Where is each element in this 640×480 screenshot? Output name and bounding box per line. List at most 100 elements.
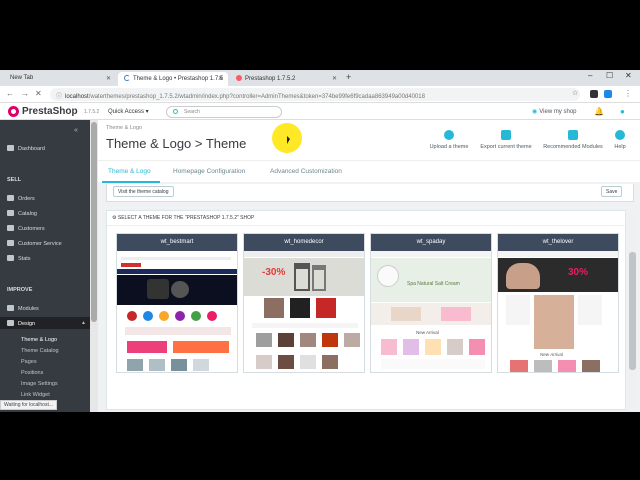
cart-icon [7,195,14,201]
theme-card-spaday[interactable]: wt_spaday Spa Natural Salt Cream New Arr… [370,233,492,373]
sidebar-subitem-theme-catalog[interactable]: Theme Catalog [21,348,59,354]
view-shop-link[interactable]: ◉ View my shop [532,108,577,115]
minimize-icon[interactable]: – [588,71,592,80]
tab-theme-logo[interactable]: Theme & Logo [108,168,151,175]
sidebar-item-label: Catalog [18,211,37,217]
sidebar-item-label: Design [18,321,36,327]
toolbar-label: Recommended Modules [543,144,603,150]
close-icon[interactable]: ✕ [106,75,111,82]
theme-preview[interactable] [117,251,237,372]
browser-address-bar: ← → ✕ ⓘ localhost/waterthemes/prestashop_… [0,86,640,103]
sidebar-item-customers[interactable]: Customers [7,225,45,232]
eye-icon: ◉ [532,109,538,115]
url-field[interactable]: ⓘ localhost/waterthemes/prestashop_1.7.5.… [50,88,580,101]
loading-spinner-icon [124,75,130,81]
sidebar: « Dashboard SELL Orders Catalog Customer… [0,120,90,412]
search-placeholder: Search [184,109,200,115]
browser-tab-theme-logo[interactable]: Theme & Logo • Prestashop 1.7.5 ✕ [118,72,228,86]
sidebar-item-label: Customers [18,226,45,232]
user-avatar-icon[interactable]: ● [620,107,625,116]
theme-card-bestmart[interactable]: wt_bestmart [116,233,238,373]
sidebar-subitem-positions[interactable]: Positions [21,370,43,376]
browser-tab-new-tab[interactable]: New Tab ✕ [4,72,116,86]
divider [107,225,627,226]
tab-homepage-configuration[interactable]: Homepage Configuration [173,168,245,175]
main-content: Theme & Logo Theme & Logo > Theme Upload… [98,120,640,412]
version-label: 1.7.5.2 [84,109,100,115]
trending-up-icon [7,145,14,151]
sidebar-item-modules[interactable]: Modules [7,305,39,312]
info-icon: ⓘ [56,94,63,100]
bookmark-star-icon[interactable]: ☆ [572,89,578,97]
sidebar-item-orders[interactable]: Orders [7,195,35,202]
store-icon [7,210,14,216]
toolbar-label: Upload a theme [429,144,469,150]
notification-bell-icon[interactable]: 🔔 [594,107,604,116]
tab-title: New Tab [10,75,34,81]
plus-icon[interactable]: + [346,72,351,82]
tab-title: Prestashop 1.7.5.2 [245,76,296,82]
close-icon[interactable]: ✕ [218,75,223,82]
theme-name: wt_bestmart [117,234,237,251]
close-icon[interactable]: ✕ [332,75,337,82]
sidebar-scrollbar[interactable] [90,120,98,412]
theme-preview[interactable]: -30% [244,251,364,372]
scrollbar-thumb[interactable] [91,122,97,322]
breadcrumb[interactable]: Theme & Logo [106,125,142,131]
tab-advanced-customization[interactable]: Advanced Customization [270,168,342,175]
sidebar-section-improve: IMPROVE [7,287,33,293]
sidebar-subitem-image-settings[interactable]: Image Settings [21,381,58,387]
theme-name: wt_homedecor [244,234,364,251]
mouse-cursor-icon [287,136,290,144]
toolbar-label: Export current theme [480,144,532,150]
export-theme-button[interactable]: Export current theme [471,130,541,150]
help-button[interactable]: Help [598,130,640,150]
extension-icon[interactable] [590,90,598,98]
tab-title: Theme & Logo • Prestashop 1.7.5 [133,76,224,82]
window-close-icon[interactable]: ✕ [625,71,632,80]
forward-arrow-icon[interactable]: → [21,89,29,98]
extension-icon[interactable] [604,90,612,98]
chat-icon [7,240,14,246]
sidebar-section-sell: SELL [7,177,22,183]
sidebar-item-design[interactable]: Design ▲ [0,317,90,329]
back-arrow-icon[interactable]: ← [6,89,14,98]
browser-tab-prestashop[interactable]: Prestashop 1.7.5.2 ✕ [230,72,342,86]
search-icon [173,109,178,114]
sidebar-subitem-link-widget[interactable]: Link Widget [21,392,50,398]
visit-theme-catalog-button[interactable]: Visit the theme catalog [113,186,174,197]
sidebar-item-customer-service[interactable]: Customer Service [7,240,62,247]
maximize-icon[interactable]: ☐ [606,71,613,80]
theme-name: wt_spaday [371,234,491,251]
view-shop-label: View my shop [539,109,577,115]
sidebar-item-stats[interactable]: Stats [7,255,31,262]
page-tabs: Theme & Logo Homepage Configuration Adva… [98,160,640,183]
browser-menu-icon[interactable]: ⋮ [624,89,632,98]
theme-preview[interactable]: 30% New Arrival [498,251,618,372]
stop-loading-icon[interactable]: ✕ [35,89,42,98]
sidebar-subitem-pages[interactable]: Pages [21,359,37,365]
sidebar-item-catalog[interactable]: Catalog [7,210,37,217]
help-icon [615,130,625,140]
page-header: Theme & Logo Theme & Logo > Theme Upload… [98,120,640,183]
preview-section-text: New Arrival [540,352,563,357]
double-chevron-left-icon[interactable]: « [74,127,78,134]
search-input[interactable]: Search [166,106,282,118]
puzzle-icon [568,130,578,140]
save-button[interactable]: Save [601,186,623,197]
preview-banner-text: Spa Natural Salt Cream [407,281,460,287]
sidebar-subitem-theme-logo[interactable]: Theme & Logo [21,337,57,343]
theme-preview[interactable]: Spa Natural Salt Cream New Arrival [371,251,491,372]
theme-card-homedecor[interactable]: wt_homedecor -30% [243,233,365,373]
url-host: localhost [65,94,89,100]
scrollbar-thumb[interactable] [629,252,636,370]
chevron-up-icon: ▲ [81,320,86,326]
content-scrollbar[interactable] [628,212,637,408]
theme-card-thelover[interactable]: wt_thelover 30% New Arrival [497,233,619,373]
quick-access-dropdown[interactable]: Quick Access ▾ [108,108,149,115]
logo-text[interactable]: PrestaShop [22,106,78,117]
sidebar-item-label: Modules [18,306,39,312]
theme-selection-panel: ⚙ SELECT A THEME FOR THE "PRESTASHOP 1.7… [106,210,627,410]
toolbar-label: Help [614,144,626,150]
sidebar-item-dashboard[interactable]: Dashboard [7,145,45,152]
